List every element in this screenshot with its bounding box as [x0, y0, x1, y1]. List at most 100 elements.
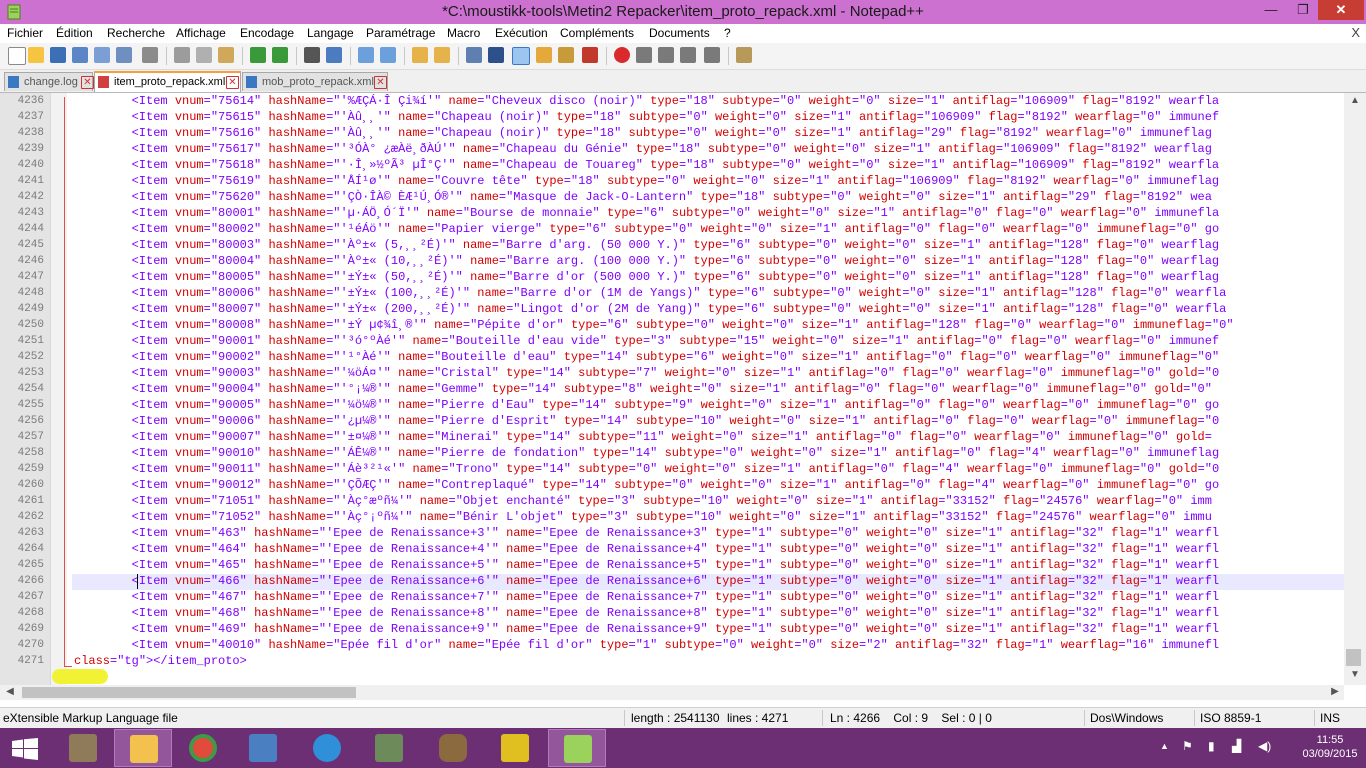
close-file-icon[interactable] — [94, 47, 110, 63]
menu-recherche[interactable]: Recherche — [107, 26, 165, 40]
paste-icon[interactable] — [218, 47, 234, 63]
close-tab-icon[interactable]: ✕ — [226, 76, 239, 89]
replace-icon[interactable] — [326, 47, 342, 63]
document-map-icon[interactable] — [558, 47, 574, 63]
close-tab-icon[interactable]: ✕ — [81, 76, 94, 89]
maximize-button[interactable]: ❐ — [1288, 0, 1318, 20]
code-line[interactable]: <Item vnum="80007" hashName="'±Ý±« (200,… — [74, 302, 1227, 316]
scroll-down-icon[interactable]: ▼ — [1347, 669, 1363, 680]
menu-edition[interactable]: Édition — [56, 26, 93, 40]
taskbar-bag-app[interactable] — [424, 729, 482, 767]
find-icon[interactable] — [304, 47, 320, 63]
code-line[interactable]: <Item vnum="75618" hashName="'·Î¸»½ºÃ³ µ… — [74, 158, 1220, 172]
menu-parametrage[interactable]: Paramétrage — [366, 26, 435, 40]
user-language-icon[interactable] — [536, 47, 552, 63]
plugin-icon[interactable] — [736, 47, 752, 63]
function-list-icon[interactable] — [582, 47, 598, 63]
code-line[interactable]: <Item vnum="71051" hashName="'Àç°æºñ¼­'"… — [74, 494, 1212, 508]
tab-change-log[interactable]: change.log ✕ — [4, 72, 94, 91]
horizontal-scroll-thumb[interactable] — [22, 687, 356, 698]
word-wrap-icon[interactable] — [466, 47, 482, 63]
zoom-out-icon[interactable] — [380, 47, 396, 63]
code-line[interactable]: <Item vnum="90007" hashName="'±¤¼®'" nam… — [74, 430, 1212, 444]
indent-guide-icon[interactable] — [512, 47, 530, 65]
clock[interactable]: 11:55 03/09/2015 — [1300, 733, 1360, 761]
code-line[interactable]: <Item vnum="90002" hashName="'¹°Àé'" nam… — [74, 350, 1220, 364]
show-all-chars-icon[interactable] — [488, 47, 504, 63]
menu-complements[interactable]: Compléments — [560, 26, 634, 40]
taskbar-network-monitor[interactable] — [360, 729, 418, 767]
code-line[interactable]: <Item vnum="75616" hashName="'Àû¸¸'" nam… — [74, 126, 1212, 140]
code-line[interactable]: <Item vnum="90011" hashName="'Áè³²¹«'" n… — [74, 462, 1220, 476]
code-line[interactable]: <Item vnum="463" hashName="'Epee de Rena… — [74, 526, 1220, 540]
code-line[interactable]: <Item vnum="80004" hashName="'Àº±« (10,¸… — [74, 254, 1220, 268]
volume-icon[interactable]: ◀) — [1258, 739, 1271, 753]
title-bar[interactable]: *C:\moustikk-tools\Metin2 Repacker\item_… — [0, 0, 1366, 24]
scroll-up-icon[interactable]: ▲ — [1347, 95, 1363, 106]
tab-mob-proto-repack[interactable]: mob_proto_repack.xml ✕ — [242, 72, 388, 91]
record-macro-icon[interactable] — [614, 47, 630, 63]
sync-vertical-icon[interactable] — [412, 47, 428, 63]
redo-icon[interactable] — [272, 47, 288, 63]
scroll-right-icon[interactable]: ▶ — [1327, 686, 1343, 697]
cut-icon[interactable] — [174, 47, 190, 63]
code-line[interactable]: <Item vnum="80003" hashName="'Àº±« (5,¸¸… — [74, 238, 1220, 252]
taskbar-chrome[interactable] — [174, 729, 232, 767]
code-line[interactable]: <Item vnum="90001" hashName="'³ó°ºÀé'" n… — [74, 334, 1220, 348]
code-line[interactable]: <Item vnum="80005" hashName="'±Ý±« (50,¸… — [74, 270, 1220, 284]
code-line[interactable]: <Item vnum="465" hashName="'Epee de Rena… — [74, 558, 1220, 572]
print-icon[interactable] — [142, 47, 158, 63]
action-center-flag-icon[interactable]: ⚑ — [1182, 739, 1193, 753]
code-line[interactable]: <Item vnum="90005" hashName="'¼ö¼®'" nam… — [74, 398, 1220, 412]
code-line[interactable]: <Item vnum="468" hashName="'Epee de Rena… — [74, 606, 1220, 620]
scroll-left-icon[interactable]: ◀ — [2, 686, 18, 697]
menu-macro[interactable]: Macro — [447, 26, 480, 40]
code-line[interactable]: <Item vnum="71052" hashName="'Àç°¡ºñ¼­'"… — [74, 510, 1212, 524]
taskbar-network-app[interactable] — [298, 729, 356, 767]
menu-langage[interactable]: Langage — [307, 26, 354, 40]
code-line[interactable]: <Item vnum="80006" hashName="'±Ý±« (100,… — [74, 286, 1227, 300]
undo-icon[interactable] — [250, 47, 266, 63]
power-icon[interactable]: ▮ — [1208, 739, 1215, 753]
code-line[interactable]: <Item vnum="80008" hashName="'±Ý µ¢¾î¸®'… — [74, 318, 1234, 332]
menu-encodage[interactable]: Encodage — [240, 26, 294, 40]
code-line[interactable]: <Item vnum="469" hashName="'Epee de Rena… — [74, 622, 1220, 636]
close-button[interactable]: ✕ — [1318, 0, 1364, 20]
tray-expand-icon[interactable]: ▲ — [1160, 741, 1169, 751]
save-macro-icon[interactable] — [704, 47, 720, 63]
save-all-icon[interactable] — [72, 47, 88, 63]
taskbar-virtualbox[interactable] — [234, 729, 292, 767]
stop-macro-icon[interactable] — [636, 47, 652, 63]
code-line[interactable]: <Item vnum="90003" hashName="'¼öÁ¤'" nam… — [74, 366, 1220, 380]
play-macro-icon[interactable] — [658, 47, 674, 63]
menu-fichier[interactable]: Fichier — [7, 26, 43, 40]
code-line[interactable]: <Item vnum="80001" hashName="'µ·ÁÖ¸Ó´Ï'"… — [74, 206, 1220, 220]
close-all-icon[interactable] — [116, 47, 132, 63]
close-tab-icon[interactable]: ✕ — [374, 76, 387, 89]
zoom-in-icon[interactable] — [358, 47, 374, 63]
code-line[interactable]: <Item vnum="40010" hashName="Epée fil d'… — [74, 638, 1220, 652]
code-line[interactable]: <Item vnum="90012" hashName="'ÇÕÆÇ'" nam… — [74, 478, 1220, 492]
code-line[interactable]: <Item vnum="75619" hashName="'ÅÍ¹ø'" nam… — [74, 174, 1220, 188]
code-line[interactable]: <Item vnum="75615" hashName="'Àû¸¸'" nam… — [74, 110, 1220, 124]
vertical-scroll-thumb[interactable] — [1346, 649, 1361, 666]
close-document-button[interactable]: X — [1351, 25, 1360, 40]
menu-help[interactable]: ? — [724, 26, 731, 40]
minimize-button[interactable]: — — [1256, 0, 1286, 20]
code-line[interactable]: <Item vnum="75614" hashName="'%ÆÇÁ·Î Çi¾… — [74, 94, 1220, 108]
new-file-icon[interactable] — [8, 47, 26, 65]
code-line[interactable]: <Item vnum="75617" hashName="'³ÓÀ° ¿æÀë¸… — [74, 142, 1212, 156]
menu-documents[interactable]: Documents — [649, 26, 710, 40]
sync-horizontal-icon[interactable] — [434, 47, 450, 63]
code-line[interactable]: <Item vnum="90004" hashName="'°¡¼®'" nam… — [74, 382, 1212, 396]
taskbar-file-explorer[interactable] — [114, 729, 172, 767]
menu-execution[interactable]: Exécution — [495, 26, 548, 40]
network-signal-icon[interactable]: ▟ — [1232, 739, 1241, 753]
editor-area[interactable]: 4236 4237 4238 4239 4240 4241 4242 4243 4244 4245… — [0, 93, 1366, 685]
code-line[interactable]: <Item vnum="80002" hashName="'¹éÁö'" nam… — [74, 222, 1220, 236]
vertical-scrollbar[interactable]: ▲ ▼ — [1344, 93, 1366, 685]
run-macro-multiple-icon[interactable] — [680, 47, 696, 63]
copy-icon[interactable] — [196, 47, 212, 63]
taskbar-winrar-wd[interactable] — [486, 729, 544, 767]
code-line[interactable]: <Item vnum="90010" hashName="'ÁÊ¼®'" nam… — [74, 446, 1220, 460]
